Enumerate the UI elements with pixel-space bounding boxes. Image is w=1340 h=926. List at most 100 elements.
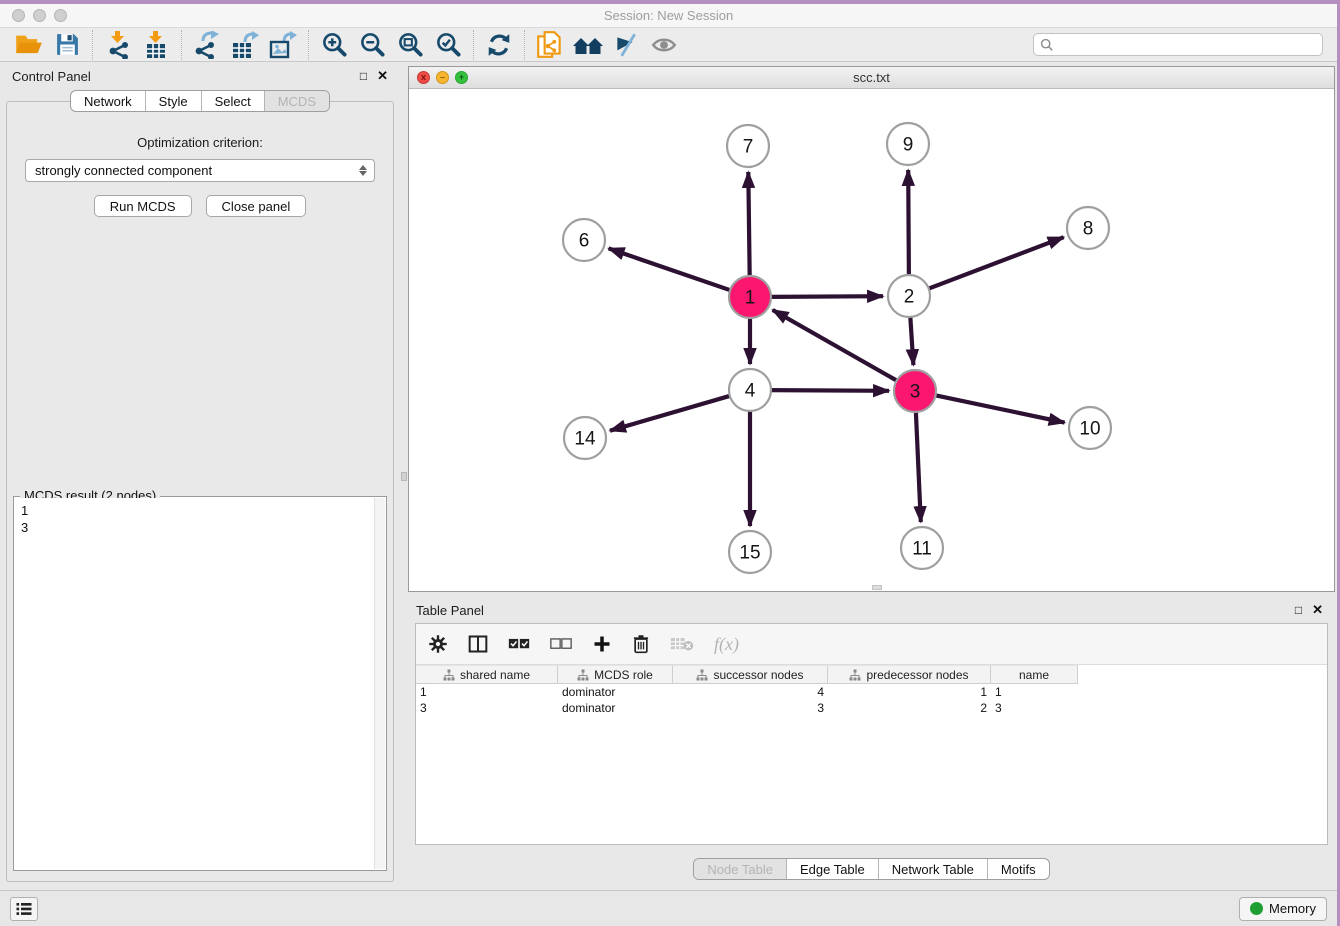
close-panel-button[interactable]: Close panel (206, 195, 307, 217)
edge-4-14[interactable] (610, 395, 732, 430)
home-icon (572, 32, 604, 58)
tab-mcds[interactable]: MCDS (264, 91, 329, 111)
tab-network-table[interactable]: Network Table (878, 859, 987, 879)
tab-motifs[interactable]: Motifs (987, 859, 1049, 879)
delete-table-button[interactable] (670, 636, 694, 652)
edge-3-10[interactable] (934, 395, 1065, 423)
import-network-icon (104, 31, 132, 59)
edge-2-3[interactable] (910, 315, 913, 365)
mcds-result-text[interactable]: 1 3 (15, 498, 374, 869)
edge-1-2[interactable] (769, 296, 883, 297)
export-network-button[interactable] (188, 30, 226, 60)
app-titlebar: Session: New Session (0, 4, 1337, 28)
tab-network[interactable]: Network (71, 91, 145, 111)
table-panel: Table Panel □ ✕ (408, 597, 1335, 890)
function-builder-button[interactable]: f(x) (714, 634, 739, 655)
column-header-mcds-role[interactable]: MCDS role (558, 665, 673, 684)
plus-icon (592, 634, 612, 654)
mcds-tab-panel: Optimization criterion: strongly connect… (6, 101, 394, 882)
edge-1-6[interactable] (609, 248, 732, 290)
network-close-button[interactable]: x (417, 71, 430, 84)
result-scrollbar[interactable] (374, 498, 385, 869)
close-panel-icon[interactable]: ✕ (377, 68, 388, 84)
zoom-fit-icon (397, 31, 424, 58)
canvas-hscroll-handle[interactable] (872, 585, 882, 590)
toolbar-separator (524, 30, 525, 60)
node-label-9: 9 (903, 135, 914, 156)
show-graphics-details-button[interactable] (645, 30, 683, 60)
task-history-button[interactable] (10, 897, 38, 921)
zoom-out-icon (359, 31, 386, 58)
edge-2-8[interactable] (927, 237, 1064, 289)
tab-edge-table[interactable]: Edge Table (786, 859, 878, 879)
delete-table-icon (670, 636, 694, 652)
column-header-shared-name[interactable]: shared name (416, 665, 558, 684)
create-column-button[interactable] (592, 634, 612, 654)
clone-network-button[interactable] (531, 30, 569, 60)
network-graph[interactable]: 1234678910111415 (409, 89, 1334, 589)
table-row[interactable]: 1 dominator 4 1 1 (416, 684, 1327, 700)
zoom-fit-button[interactable] (391, 30, 429, 60)
tab-style[interactable]: Style (145, 91, 201, 111)
column-header-successor-nodes[interactable]: successor nodes (673, 665, 828, 684)
edge-2-9[interactable] (908, 170, 909, 277)
control-panel-tabs: Network Style Select MCDS (0, 90, 400, 112)
export-network-icon (192, 31, 222, 59)
save-session-button[interactable] (48, 30, 86, 60)
edge-3-1[interactable] (773, 310, 899, 382)
refresh-button[interactable] (480, 30, 518, 60)
zoom-selected-button[interactable] (429, 30, 467, 60)
network-window-titlebar: scc.txt x – + (409, 67, 1334, 89)
hide-labels-icon (612, 32, 640, 58)
select-all-rows-button[interactable] (508, 637, 530, 651)
edge-3-11[interactable] (916, 410, 921, 522)
table-row[interactable]: 3 dominator 3 2 3 (416, 700, 1327, 716)
home-layout-button[interactable] (569, 30, 607, 60)
table-settings-button[interactable] (428, 634, 448, 654)
gear-icon (428, 634, 448, 654)
export-table-button[interactable] (226, 30, 264, 60)
deselect-all-rows-button[interactable] (550, 637, 572, 651)
float-panel-icon[interactable]: □ (360, 69, 367, 83)
panel-splitter[interactable] (400, 62, 408, 890)
search-input[interactable] (1059, 37, 1316, 52)
edge-1-7[interactable] (748, 172, 749, 278)
tab-select[interactable]: Select (201, 91, 264, 111)
run-mcds-button[interactable]: Run MCDS (94, 195, 192, 217)
import-network-button[interactable] (99, 30, 137, 60)
close-table-panel-icon[interactable]: ✕ (1312, 602, 1323, 618)
network-maximize-button[interactable]: + (455, 71, 468, 84)
control-panel-title: Control Panel (12, 69, 91, 84)
zoom-in-icon (321, 31, 348, 58)
node-label-10: 10 (1079, 419, 1100, 440)
search-icon (1040, 38, 1054, 52)
toolbar-separator (473, 30, 474, 60)
network-canvas[interactable]: 1234678910111415 (409, 89, 1334, 591)
search-field[interactable] (1033, 33, 1323, 56)
delete-column-button[interactable] (632, 634, 650, 654)
session-title: Session: New Session (0, 8, 1337, 23)
table-toolbar: f(x) (416, 624, 1327, 665)
column-header-name[interactable]: name (991, 665, 1078, 684)
import-table-button[interactable] (137, 30, 175, 60)
export-image-button[interactable] (264, 30, 302, 60)
import-table-icon (142, 31, 170, 59)
open-session-button[interactable] (10, 30, 48, 60)
criterion-select[interactable]: strongly connected component (25, 159, 375, 182)
float-table-panel-icon[interactable]: □ (1295, 603, 1302, 617)
memory-button[interactable]: Memory (1239, 897, 1327, 921)
edge-4-3[interactable] (769, 390, 889, 391)
optimization-criterion-label: Optimization criterion: (7, 135, 393, 150)
network-minimize-button[interactable]: – (436, 71, 449, 84)
hide-labels-button[interactable] (607, 30, 645, 60)
splitter-handle-icon[interactable] (401, 472, 407, 481)
show-column-browser-button[interactable] (468, 634, 488, 654)
criterion-selected-value: strongly connected component (35, 163, 212, 178)
control-panel: Control Panel □ ✕ Network Style Select M… (0, 62, 400, 890)
zoom-out-button[interactable] (353, 30, 391, 60)
trash-icon (632, 634, 650, 654)
memory-label: Memory (1269, 901, 1316, 916)
tab-node-table[interactable]: Node Table (694, 859, 786, 879)
zoom-in-button[interactable] (315, 30, 353, 60)
column-header-predecessor-nodes[interactable]: predecessor nodes (828, 665, 991, 684)
